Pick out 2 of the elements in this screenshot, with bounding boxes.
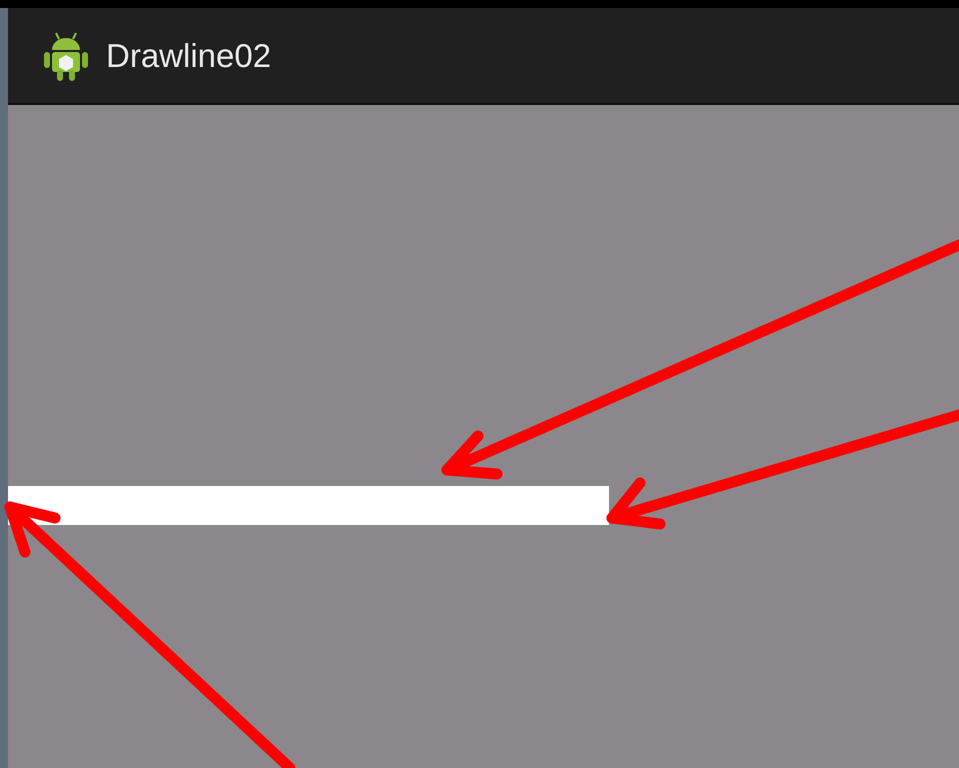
app-title: Drawline02 xyxy=(106,36,272,76)
android-robot-icon xyxy=(42,30,90,82)
